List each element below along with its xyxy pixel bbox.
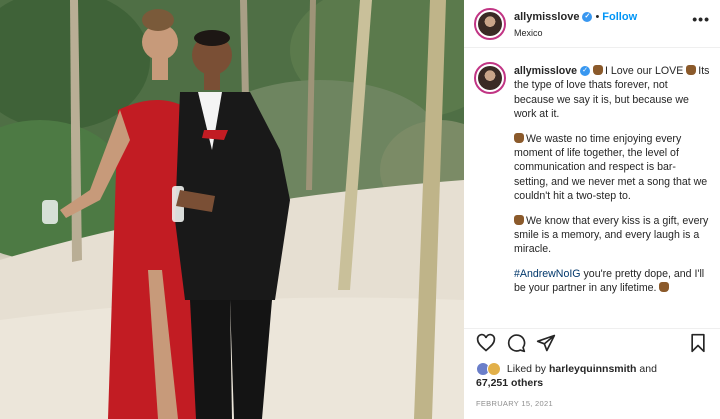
likes-count[interactable]: 67,251 others xyxy=(476,377,543,389)
caption-hashtag[interactable]: #AndrewNoIG xyxy=(514,268,581,280)
caption-verified-badge-icon: ✓ xyxy=(580,66,591,77)
follow-button[interactable]: Follow xyxy=(602,11,637,23)
handshake-emoji-icon xyxy=(686,65,697,75)
caption-author-avatar[interactable] xyxy=(474,62,506,94)
couple-beach-photo xyxy=(0,0,464,419)
liked-by-and: and xyxy=(639,363,657,375)
liked-by-user[interactable]: harleyquinnsmith xyxy=(549,363,637,375)
author-line: allymisslove ✓ • Follow xyxy=(514,11,637,23)
author-avatar[interactable] xyxy=(474,8,506,40)
post-location[interactable]: Mexico xyxy=(514,28,543,38)
author-username[interactable]: allymisslove xyxy=(514,11,579,23)
liker-avatar xyxy=(487,362,501,377)
caption-line-3: We know that every kiss is a gift, every… xyxy=(514,214,709,256)
post-date[interactable]: FEBRUARY 15, 2021 xyxy=(476,399,553,408)
caption-line-2: We waste no time enjoying every moment o… xyxy=(514,132,708,203)
caption-text: allymisslove ✓ I Love our LOVE Its the ty… xyxy=(514,64,710,306)
paper-plane-icon[interactable] xyxy=(536,333,556,353)
verified-badge-icon: ✓ xyxy=(582,12,593,23)
handshake-emoji-icon xyxy=(659,282,670,293)
bookmark-icon[interactable] xyxy=(688,333,708,353)
post-panel: allymisslove ✓ • Follow Mexico ••• allymiss… xyxy=(464,0,720,419)
more-options-icon[interactable]: ••• xyxy=(692,11,710,27)
handshake-emoji-icon xyxy=(592,65,603,75)
handshake-emoji-icon xyxy=(514,132,524,143)
post-caption: allymisslove ✓ I Love our LOVE Its the ty… xyxy=(464,58,720,322)
likes-summary: Liked by harleyquinnsmith and 67,251 oth… xyxy=(476,362,716,390)
caption-intro: I Love our LOVE xyxy=(604,65,684,77)
handshake-emoji-icon xyxy=(514,214,524,225)
liker-avatars[interactable] xyxy=(476,362,504,377)
post-photo[interactable] xyxy=(0,0,464,419)
action-bar xyxy=(464,328,720,356)
comment-icon[interactable] xyxy=(506,333,526,353)
caption-username[interactable]: allymisslove xyxy=(514,65,577,77)
separator-dot: • xyxy=(595,11,600,23)
liked-by-prefix: Liked by xyxy=(506,363,547,375)
post-header: allymisslove ✓ • Follow Mexico ••• xyxy=(464,0,720,48)
heart-icon[interactable] xyxy=(476,333,496,353)
